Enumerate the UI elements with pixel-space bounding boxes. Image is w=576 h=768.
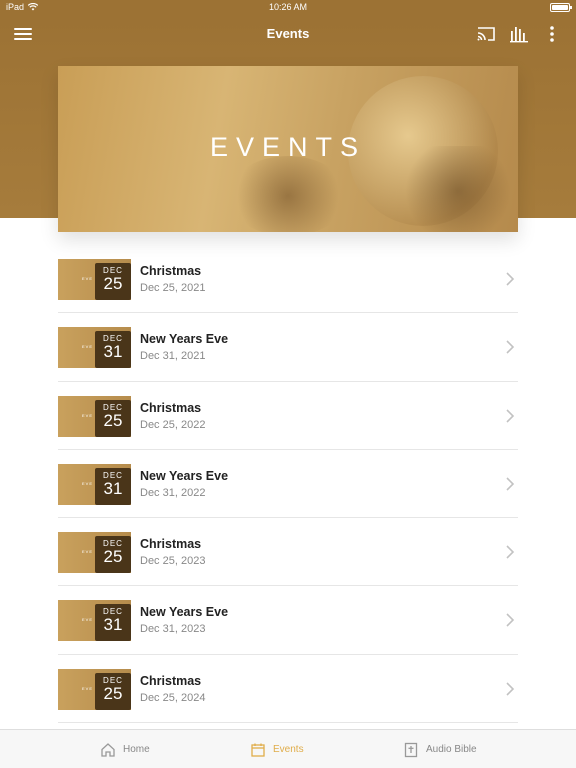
list-item[interactable]: EVE DEC 31 New Years Eve Dec 31, 2022 [58,450,518,519]
date-badge: DEC 31 [95,604,131,642]
chevron-right-icon [506,682,515,696]
list-item[interactable]: EVE DEC 25 Christmas Dec 25, 2023 [58,518,518,587]
status-time: 10:26 AM [268,2,308,12]
event-thumbnail: EVE DEC 25 [58,668,131,710]
event-thumbnail: EVE DEC 25 [58,532,131,574]
thumbnail-text: EVE [82,617,94,623]
bible-icon [404,742,418,757]
events-banner: EVENTS [58,66,518,232]
list-item[interactable]: EVE DEC 31 New Years Eve Dec 31, 2021 [58,313,518,382]
thumbnail-text: EVE [82,276,94,281]
date-badge: DEC 25 [95,263,131,300]
tab-label: Home [123,744,150,755]
date-badge: DEC 25 [95,399,131,437]
date-badge: DEC 31 [95,331,131,369]
tab-home[interactable]: Home [100,730,150,768]
chevron-right-icon [506,409,515,423]
more-options-icon[interactable] [542,24,562,44]
badge-day: 31 [103,342,123,362]
tab-audio-bible[interactable]: Audio Bible [403,730,477,768]
tab-label: Audio Bible [426,744,477,755]
event-title: Christmas [140,537,202,552]
tab-label: Events [273,744,304,755]
cast-icon[interactable] [476,25,496,43]
event-title: New Years Eve [140,605,229,620]
chevron-right-icon [506,545,515,559]
event-date: Dec 25, 2021 [140,282,206,294]
badge-day: 25 [103,274,123,293]
thumbnail-text: EVE [82,549,94,555]
chevron-right-icon [506,272,515,286]
event-date: Dec 25, 2024 [140,691,206,704]
event-date: Dec 31, 2023 [140,623,206,636]
badge-day: 25 [103,410,123,430]
date-badge: DEC 25 [95,672,131,710]
event-thumbnail: EVE DEC 25 [58,259,131,300]
event-date: Dec 31, 2021 [140,350,206,363]
badge-day: 25 [103,683,123,703]
status-bar: iPad 10:26 AM [0,0,576,16]
thumbnail-text: EVE [82,412,94,418]
banner-title: EVENTS [209,132,367,162]
chevron-right-icon [506,340,515,354]
list-item[interactable]: EVE DEC 25 Christmas Dec 25, 2021 [58,245,518,314]
chevron-right-icon [506,477,515,491]
badge-day: 31 [103,478,123,498]
thumbnail-text: EVE [82,480,94,486]
event-thumbnail: EVE DEC 31 [58,327,131,369]
tab-bar: Home Events Audio Bible [0,729,576,768]
audio-levels-icon[interactable] [509,25,529,43]
list-item[interactable]: EVE DEC 25 Christmas Dec 25, 2024 [58,655,518,724]
event-thumbnail: EVE DEC 25 [58,395,131,437]
tab-events[interactable]: Events [250,730,304,768]
event-title: New Years Eve [140,332,229,347]
battery-icon [550,3,572,12]
event-title: Christmas [140,673,202,688]
calendar-icon [251,743,265,757]
event-date: Dec 25, 2022 [140,418,206,431]
event-date: Dec 25, 2023 [140,555,206,568]
banner-photo-shadow [228,156,348,232]
event-title: Christmas [140,264,202,278]
list-item[interactable]: EVE DEC 25 Christmas Dec 25, 2022 [58,382,518,450]
badge-day: 31 [103,615,123,635]
chevron-right-icon [506,613,515,628]
event-title: Christmas [140,400,202,415]
event-thumbnail: EVE DEC 31 [58,463,131,505]
badge-day: 25 [103,547,123,567]
event-title: New Years Eve [140,468,229,483]
event-list: EVE DEC 25 Christmas Dec 25, 2021 EVE DE… [58,245,518,724]
thumbnail-text: EVE [82,344,94,350]
date-badge: DEC 31 [95,467,131,505]
date-badge: DEC 25 [95,536,131,574]
list-item[interactable]: EVE DEC 31 New Years Eve Dec 31, 2023 [58,586,518,655]
home-icon [101,742,115,757]
event-thumbnail: EVE DEC 31 [58,600,131,642]
thumbnail-text: EVE [82,685,94,691]
nav-bar: Events [0,16,576,52]
event-date: Dec 31, 2022 [140,486,206,499]
